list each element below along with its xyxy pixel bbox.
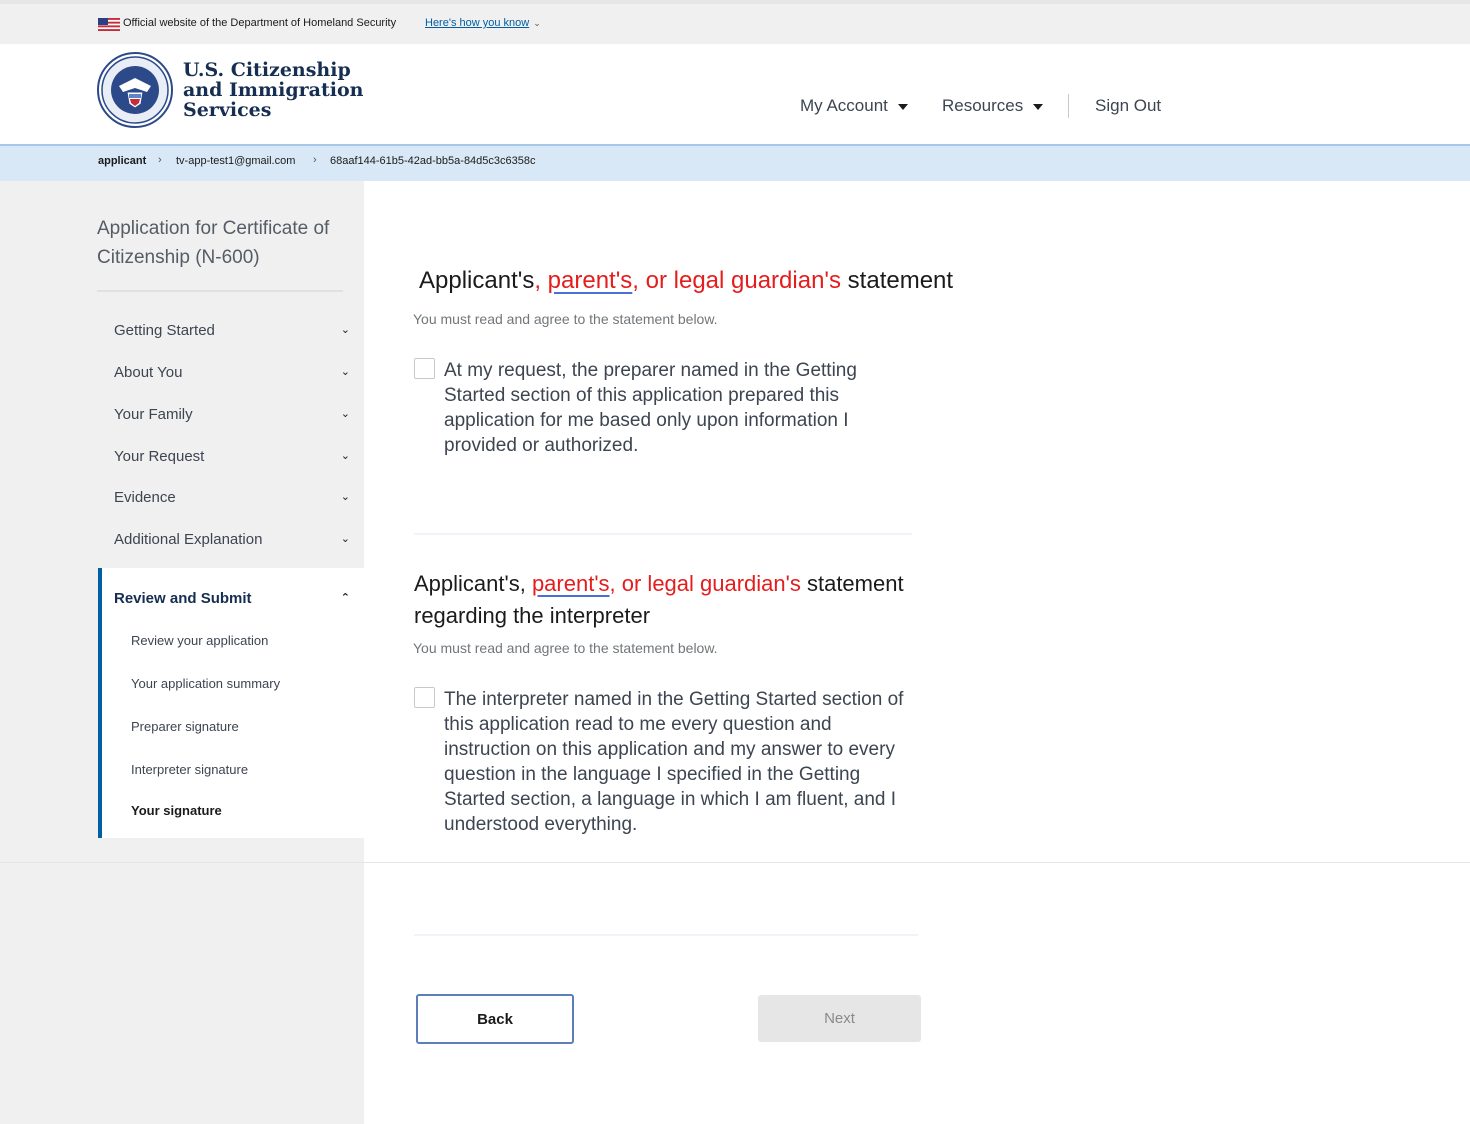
sidebar-item-your-family[interactable]: Your Family ⌄ xyxy=(114,406,350,423)
breadcrumb-item-applicant[interactable]: applicant xyxy=(98,155,146,167)
sidebar-item-label: Review and Submit xyxy=(114,590,252,607)
sidebar-item-additional-explanation[interactable]: Additional Explanation ⌄ xyxy=(114,531,350,548)
sidebar-item-label: Getting Started xyxy=(114,322,215,339)
chevron-up-icon: ⌃ xyxy=(340,592,350,604)
how-you-know-label: Here's how you know xyxy=(425,17,530,29)
my-account-label: My Account xyxy=(800,96,888,115)
breadcrumb: applicant › tv-app-test1@gmail.com › 68a… xyxy=(0,144,1470,181)
my-account-menu[interactable]: My Account xyxy=(800,96,908,116)
sidebar-subitem-interpreter-signature[interactable]: Interpreter signature xyxy=(131,762,248,777)
statement-hint: You must read and agree to the statement… xyxy=(413,311,718,327)
sidebar: Application for Certificate of Citizensh… xyxy=(0,181,364,1124)
heading-comma: , xyxy=(534,267,548,294)
sidebar-subitem-your-signature[interactable]: Your signature xyxy=(131,803,222,818)
nav-divider xyxy=(1068,94,1069,118)
chevron-down-icon: ⌄ xyxy=(340,533,350,545)
site-header: U.S. Citizenship and Immigration Service… xyxy=(0,44,1470,144)
sidebar-item-evidence[interactable]: Evidence ⌄ xyxy=(114,489,350,506)
sign-out-label: Sign Out xyxy=(1095,96,1162,115)
form-title: Application for Certificate of Citizensh… xyxy=(97,218,330,268)
agency-line-3: Services xyxy=(183,99,272,121)
chevron-down-icon: ⌄ xyxy=(340,324,350,336)
heading-legal-guardian: , or legal guardian's xyxy=(632,267,842,294)
agency-line-2: and Immigration xyxy=(183,79,364,101)
dhs-seal-icon[interactable] xyxy=(97,52,173,128)
heading-legal-guardian: , or legal guardian's xyxy=(609,571,801,596)
preparer-statement-text[interactable]: At my request, the preparer named in the… xyxy=(444,358,894,458)
gov-banner: Official website of the Department of Ho… xyxy=(0,0,1470,44)
breadcrumb-separator-icon: › xyxy=(313,154,317,166)
interpreter-statement-checkbox[interactable] xyxy=(414,687,435,708)
interpreter-statement-text[interactable]: The interpreter named in the Getting Sta… xyxy=(444,687,909,837)
heading-statement: statement xyxy=(841,267,954,294)
statement-heading: Applicant's, parent's, or legal guardian… xyxy=(419,267,953,295)
how-you-know-link[interactable]: Here's how you know ⌄ xyxy=(425,17,541,29)
sidebar-item-label: Your Request xyxy=(114,448,205,465)
sidebar-subitem-review-your-application[interactable]: Review your application xyxy=(131,633,268,648)
breadcrumb-item-email[interactable]: tv-app-test1@gmail.com xyxy=(176,155,295,167)
resources-menu[interactable]: Resources xyxy=(942,96,1044,116)
heading-applicant: Applicant's, xyxy=(414,571,532,596)
resources-label: Resources xyxy=(942,96,1024,115)
official-website-text: Official website of the Department of Ho… xyxy=(123,17,397,29)
sidebar-active-section xyxy=(98,568,364,838)
sidebar-item-label: Additional Explanation xyxy=(114,531,263,548)
agency-name[interactable]: U.S. Citizenship and Immigration Service… xyxy=(183,60,363,120)
sidebar-subitem-preparer-signature[interactable]: Preparer signature xyxy=(131,719,239,734)
sign-out-link[interactable]: Sign Out xyxy=(1095,96,1161,116)
chevron-down-icon: ⌄ xyxy=(340,491,350,503)
next-button[interactable]: Next xyxy=(758,995,921,1042)
chevron-down-icon: ⌄ xyxy=(340,366,350,378)
interpreter-statement-hint: You must read and agree to the statement… xyxy=(413,640,718,656)
chevron-down-icon: ⌄ xyxy=(340,450,350,462)
caret-down-icon xyxy=(897,103,908,110)
chevron-down-icon: ⌄ xyxy=(340,408,350,420)
preparer-statement-checkbox[interactable] xyxy=(414,358,435,379)
sidebar-divider xyxy=(97,290,343,292)
section-divider xyxy=(414,934,918,936)
heading-parents: parent's xyxy=(531,571,610,596)
chevron-down-icon: ⌄ xyxy=(533,18,541,28)
back-button[interactable]: Back xyxy=(416,994,574,1044)
sidebar-item-label: About You xyxy=(114,364,183,381)
sidebar-subitem-your-application-summary[interactable]: Your application summary xyxy=(131,676,280,691)
interpreter-statement-heading: Applicant's, parent's, or legal guardian… xyxy=(414,568,954,632)
breadcrumb-item-case-id: 68aaf144-61b5-42ad-bb5a-84d5c3c6358c xyxy=(330,155,536,167)
heading-parents: parent's xyxy=(547,267,633,294)
heading-applicant: Applicant's xyxy=(419,267,535,294)
sidebar-item-about-you[interactable]: About You ⌄ xyxy=(114,364,350,381)
caret-down-icon xyxy=(1033,103,1044,110)
sidebar-item-getting-started[interactable]: Getting Started ⌄ xyxy=(114,322,350,339)
us-flag-icon xyxy=(98,18,120,31)
sidebar-item-your-request[interactable]: Your Request ⌄ xyxy=(114,448,350,465)
agency-line-1: U.S. Citizenship xyxy=(183,59,351,81)
sidebar-item-review-and-submit[interactable]: Review and Submit ⌃ xyxy=(114,590,350,607)
breadcrumb-separator-icon: › xyxy=(158,154,162,166)
content-divider xyxy=(0,862,1470,863)
sidebar-item-label: Evidence xyxy=(114,489,176,506)
section-divider xyxy=(414,533,912,535)
sidebar-item-label: Your Family xyxy=(114,406,193,423)
